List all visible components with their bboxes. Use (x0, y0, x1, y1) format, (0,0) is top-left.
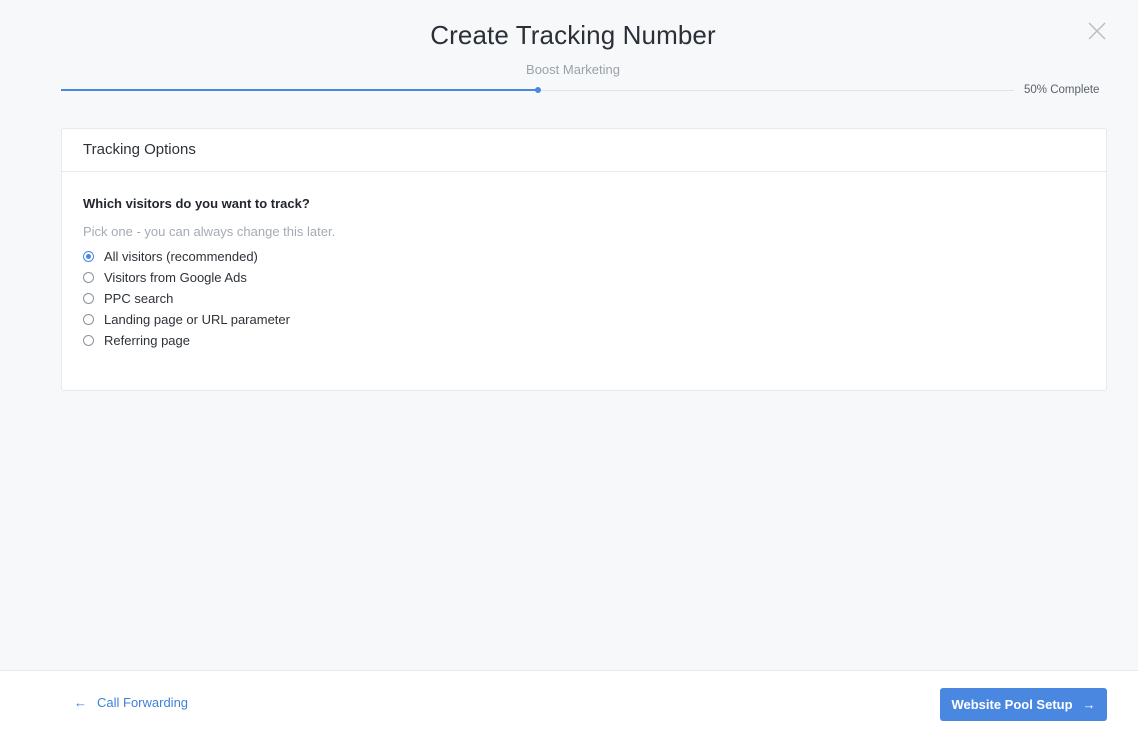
question-label: Which visitors do you want to track? (83, 196, 310, 211)
radio-option[interactable]: Referring page (83, 330, 1085, 351)
next-step-button[interactable]: Website Pool Setup → (940, 688, 1107, 721)
progress-label: 50% Complete (1024, 84, 1100, 96)
radio-option-label: Landing page or URL parameter (104, 312, 290, 327)
close-button[interactable] (1086, 20, 1108, 42)
card-header: Tracking Options (62, 129, 1106, 172)
next-step-label: Website Pool Setup (951, 697, 1073, 712)
radio-button[interactable] (83, 293, 94, 304)
radio-button[interactable] (83, 335, 94, 346)
create-tracking-number-modal: Create Tracking Number Boost Marketing 5… (0, 0, 1138, 736)
back-link[interactable]: ← Call Forwarding (74, 695, 188, 710)
radio-button[interactable] (83, 272, 94, 283)
progress-marker (535, 87, 541, 93)
tracking-options-card: Tracking Options Which visitors do you w… (61, 128, 1107, 391)
page-title: Create Tracking Number (430, 20, 716, 50)
page-subtitle: Boost Marketing (526, 62, 620, 77)
radio-option-label: PPC search (104, 291, 174, 306)
radio-button[interactable] (83, 251, 94, 262)
card-body: Which visitors do you want to track? Pic… (62, 172, 1106, 375)
radio-option[interactable]: All visitors (recommended) (83, 246, 1085, 267)
radio-option-label: All visitors (recommended) (104, 249, 258, 264)
back-link-label: Call Forwarding (97, 695, 189, 710)
arrow-left-icon: ← (74, 695, 87, 710)
arrow-right-icon: → (1082, 697, 1096, 712)
radio-option[interactable]: PPC search (83, 288, 1085, 309)
hint-text: Pick one - you can always change this la… (83, 224, 336, 239)
radio-option[interactable]: Landing page or URL parameter (83, 309, 1085, 330)
radio-option-label: Visitors from Google Ads (104, 270, 247, 285)
progress-fill (61, 89, 538, 91)
visitor-radio-group: All visitors (recommended) Visitors from … (83, 246, 1085, 351)
close-icon (1088, 22, 1106, 40)
radio-option-label: Referring page (104, 333, 190, 348)
radio-button[interactable] (83, 314, 94, 325)
footer-bar: ← Call Forwarding Website Pool Setup → (0, 670, 1138, 736)
radio-option[interactable]: Visitors from Google Ads (83, 267, 1085, 288)
